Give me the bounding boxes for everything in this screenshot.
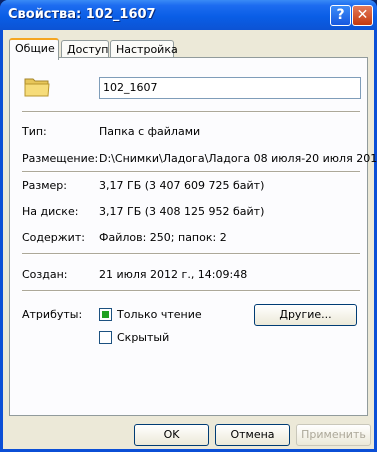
- readonly-label[interactable]: Только чтение: [117, 308, 202, 321]
- title-bar[interactable]: Свойства: 102_1607 ? ✕: [0, 0, 377, 30]
- tab-sharing[interactable]: Доступ: [61, 40, 109, 58]
- separator: [22, 111, 360, 113]
- created-value: 21 июля 2012 г., 14:09:48: [99, 268, 248, 281]
- disk-size-value: 3,17 ГБ (3 408 125 952 байт): [99, 205, 265, 218]
- contains-value: Файлов: 250; папок: 2: [99, 231, 227, 244]
- type-label: Тип:: [22, 125, 47, 138]
- dialog-body: Общие Доступ Настройка 102_1607 Тип: Пап…: [3, 30, 377, 449]
- advanced-attributes-button[interactable]: Другие...: [254, 304, 357, 326]
- separator: [22, 253, 360, 255]
- ok-button[interactable]: OK: [134, 424, 209, 446]
- type-value: Папка с файлами: [99, 125, 201, 138]
- close-button[interactable]: ✕: [352, 5, 373, 26]
- contains-label: Содержит:: [22, 231, 85, 244]
- tab-customize[interactable]: Настройка: [110, 40, 178, 58]
- tab-general[interactable]: Общие: [9, 38, 59, 60]
- general-tab-panel: 102_1607 Тип: Папка с файлами Размещение…: [9, 57, 377, 416]
- window-title: Свойства: 102_1607: [8, 7, 156, 22]
- separator: [22, 171, 360, 173]
- help-button[interactable]: ?: [330, 5, 351, 26]
- attributes-label: Атрибуты:: [22, 308, 83, 321]
- folder-icon: [24, 78, 50, 97]
- location-label: Размещение:: [22, 152, 99, 165]
- separator: [22, 290, 360, 292]
- apply-button[interactable]: Применить: [296, 424, 371, 446]
- created-label: Создан:: [22, 268, 68, 281]
- hidden-label[interactable]: Скрытый: [117, 331, 169, 344]
- size-value: 3,17 ГБ (3 407 609 725 байт): [99, 179, 265, 192]
- readonly-checkbox[interactable]: [99, 308, 112, 321]
- size-label: Размер:: [22, 179, 67, 192]
- properties-window: Свойства: 102_1607 ? ✕ Общие Доступ Наст…: [0, 0, 377, 452]
- hidden-checkbox[interactable]: [99, 331, 112, 344]
- cancel-button[interactable]: Отмена: [215, 424, 290, 446]
- folder-name-input[interactable]: 102_1607: [99, 77, 361, 99]
- disk-size-label: На диске:: [22, 205, 79, 218]
- location-value: D:\Снимки\Ладога\Ладога 08 июля-20 июля …: [99, 152, 377, 165]
